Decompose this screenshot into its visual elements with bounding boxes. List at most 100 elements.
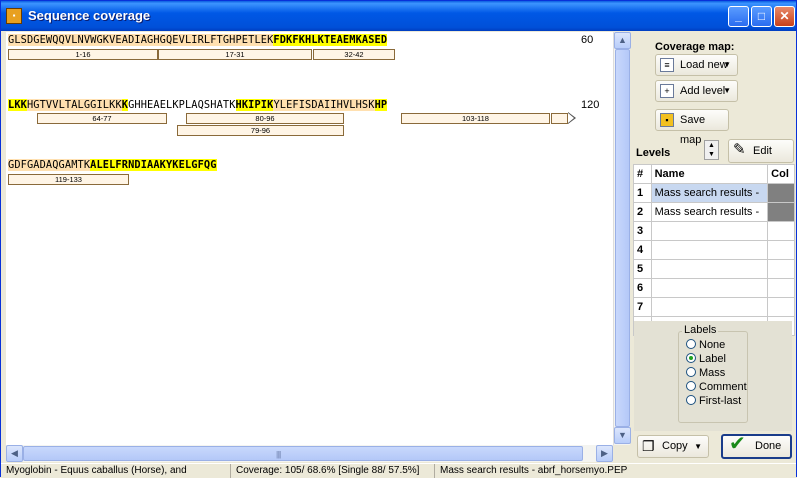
grip-icon: |||| xyxy=(276,450,281,459)
sequence-segment[interactable]: HGTVVLTALGGILKK xyxy=(26,99,122,111)
table-header-row: # Name Col xyxy=(633,164,795,184)
level-name[interactable] xyxy=(650,297,769,317)
radio-none[interactable]: None xyxy=(686,339,725,351)
level-color-swatch[interactable] xyxy=(767,240,795,260)
sequence-segment[interactable]: GHHEAELKPLAQSHATK xyxy=(128,99,236,111)
radio-icon[interactable] xyxy=(686,381,696,391)
sequence-line-3: GDFGADAQGAMTKALELFRNDIAAKYKELGFQG xyxy=(8,158,217,172)
table-row[interactable]: 3 xyxy=(633,221,795,241)
sequence-segment[interactable]: YLEFISDAIIHVLHSK xyxy=(273,99,375,111)
scroll-left-icon: ◀ xyxy=(11,448,18,458)
dropdown-arrow-icon: ▼ xyxy=(694,442,702,451)
sequence-segment[interactable]: HP xyxy=(374,99,388,111)
add-level-button[interactable]: + Add level ▼ xyxy=(655,80,738,102)
peptide-bar[interactable]: 119-133 xyxy=(8,174,129,185)
levels-title: Levels xyxy=(636,147,671,159)
spin-down-icon[interactable]: ▼ xyxy=(705,150,718,159)
level-color-swatch[interactable] xyxy=(767,278,795,298)
app-icon: ▪ xyxy=(6,8,22,24)
level-name[interactable]: Mass search results - xyxy=(650,202,769,222)
sequence-segment[interactable]: FDKFKHLKTEAEMKASED xyxy=(273,34,388,46)
edit-level-button[interactable]: ✎ Edit level xyxy=(728,139,794,179)
close-button[interactable]: ✕ xyxy=(774,6,795,27)
save-map-button[interactable]: ▪ Save map xyxy=(655,109,729,146)
vertical-scrollbar[interactable]: ▲ ▼ xyxy=(613,32,631,445)
level-number: 6 xyxy=(633,278,652,298)
radio-mass[interactable]: Mass xyxy=(686,367,725,379)
minimize-button[interactable]: _ xyxy=(728,6,749,27)
pencil-icon: ✎ xyxy=(733,141,746,158)
window-title: Sequence coverage xyxy=(28,8,151,23)
sequence-coverage-window: ▪ Sequence coverage _ □ ✕ GLSDGEWQQVLNVW… xyxy=(0,0,797,478)
radio-label: Comment xyxy=(699,381,747,393)
vertical-scroll-thumb[interactable] xyxy=(615,49,630,427)
add-icon: + xyxy=(660,84,674,98)
table-row[interactable]: 7 xyxy=(633,297,795,317)
column-header: # xyxy=(633,164,652,184)
sequence-segment[interactable]: ALELFRNDIAAKYKELGFQG xyxy=(90,159,217,171)
done-button[interactable]: ✔ Done xyxy=(721,434,792,459)
table-row[interactable]: 1 Mass search results - xyxy=(633,183,795,203)
level-color-swatch[interactable] xyxy=(767,221,795,241)
sequence-segment[interactable]: HKIPIK xyxy=(235,99,274,111)
horizontal-scrollbar[interactable]: ◀ |||| ▶ xyxy=(6,445,613,462)
peptide-bar[interactable]: 79-96 xyxy=(177,125,344,136)
peptide-bar[interactable]: 1-16 xyxy=(8,49,158,60)
peptide-bar-continued[interactable] xyxy=(551,113,568,124)
radio-label-option[interactable]: Label xyxy=(686,353,726,365)
maximize-icon: □ xyxy=(757,9,766,23)
scroll-right-button[interactable]: ▶ xyxy=(596,445,613,462)
maximize-button[interactable]: □ xyxy=(751,6,772,27)
level-color-swatch[interactable] xyxy=(767,297,795,317)
level-order-spinner[interactable]: ▲ ▼ xyxy=(704,140,719,160)
sequence-segment[interactable]: GDFGADAQGAMTK xyxy=(8,159,91,171)
scroll-down-button[interactable]: ▼ xyxy=(614,427,631,444)
level-color-swatch[interactable] xyxy=(767,259,795,279)
scroll-up-button[interactable]: ▲ xyxy=(614,32,631,49)
save-map-label: Save map xyxy=(680,114,706,146)
load-new-button[interactable]: ≡ Load new ▼ xyxy=(655,54,738,76)
table-row[interactable]: 4 xyxy=(633,240,795,260)
level-name[interactable] xyxy=(650,278,769,298)
radio-comment[interactable]: Comment xyxy=(686,381,747,393)
radio-icon[interactable] xyxy=(686,367,696,377)
peptide-bar[interactable]: 32-42 xyxy=(313,49,395,60)
radio-icon[interactable] xyxy=(686,339,696,349)
right-panel: Coverage map: ≡ Load new ▼ + Add level ▼… xyxy=(632,32,796,462)
sequence-end-position: 60 xyxy=(581,34,594,46)
level-name[interactable] xyxy=(650,259,769,279)
table-row[interactable]: 5 xyxy=(633,259,795,279)
peptide-bar[interactable]: 64-77 xyxy=(37,113,167,124)
level-number: 4 xyxy=(633,240,652,260)
level-color-swatch[interactable] xyxy=(767,202,795,222)
minimize-icon: _ xyxy=(735,9,742,23)
radio-first-last[interactable]: First-last xyxy=(686,395,741,407)
horizontal-scroll-thumb[interactable]: |||| xyxy=(23,446,583,461)
level-name[interactable] xyxy=(650,221,769,241)
radio-icon[interactable] xyxy=(686,395,696,405)
title-bar[interactable]: ▪ Sequence coverage _ □ ✕ xyxy=(1,1,796,31)
radio-selected-icon[interactable] xyxy=(686,353,696,363)
scroll-left-button[interactable]: ◀ xyxy=(6,445,23,462)
peptide-bar[interactable]: 80-96 xyxy=(186,113,344,124)
sequence-view[interactable]: GLSDGEWQQVLNVWGKVEADIAGHGQEVLIRLFTGHPETL… xyxy=(6,32,613,445)
copy-button[interactable]: ❐ Copy ▼ xyxy=(637,435,709,458)
status-source: Mass search results - abrf_horsemyo.PEP xyxy=(440,465,628,476)
level-number: 1 xyxy=(633,183,652,203)
sequence-segment[interactable]: GLSDGEWQQVLNVWGKVEADIAGHGQEVLIRLFTGHPETL… xyxy=(8,34,274,46)
scroll-right-icon: ▶ xyxy=(601,448,608,458)
column-header: Name xyxy=(650,164,769,184)
peptide-bar[interactable]: 103-118 xyxy=(401,113,550,124)
level-color-swatch[interactable] xyxy=(767,183,795,203)
table-row[interactable]: 6 xyxy=(633,278,795,298)
status-bar: Myoglobin - Equus caballus (Horse), and … xyxy=(1,463,796,478)
peptide-bar[interactable]: 17-31 xyxy=(158,49,312,60)
level-name[interactable] xyxy=(650,240,769,260)
spin-up-icon[interactable]: ▲ xyxy=(705,141,718,150)
scroll-down-icon: ▼ xyxy=(618,430,627,440)
table-row[interactable]: 2 Mass search results - xyxy=(633,202,795,222)
levels-table[interactable]: # Name Col 1 Mass search results - 2 Mass … xyxy=(633,164,795,336)
level-name[interactable]: Mass search results - xyxy=(650,183,769,203)
sequence-segment[interactable]: LKK xyxy=(8,99,27,111)
document-icon: ≡ xyxy=(660,58,674,72)
